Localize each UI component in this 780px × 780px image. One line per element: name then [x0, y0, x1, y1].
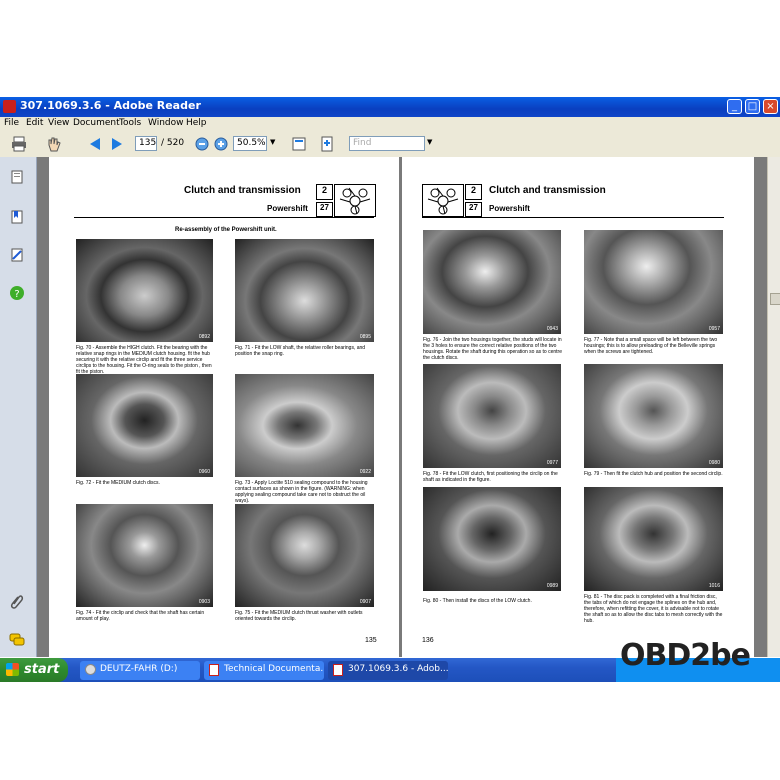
close-button[interactable]: × — [763, 99, 778, 114]
figure-caption-80: Fig. 80 - Then install the discs of the … — [423, 598, 532, 604]
windows-logo-icon — [6, 663, 19, 676]
figure-caption-81: Fig. 81 - The disc pack is completed wit… — [584, 594, 723, 624]
figure-caption-72: Fig. 72 - Fit the MEDIUM clutch discs. — [76, 480, 160, 486]
header-rule — [422, 217, 724, 218]
figure-photo-74: 0903 — [76, 504, 213, 607]
section-title: Powershift — [489, 204, 530, 213]
menu-edit[interactable]: Edit — [26, 118, 43, 128]
svg-text:?: ? — [14, 289, 19, 300]
zoom-out-icon[interactable] — [193, 135, 211, 153]
section-number: 27 — [465, 202, 482, 217]
chapter-title: Clutch and transmission — [489, 185, 606, 196]
menu-bar: File Edit View Document Tools Window Hel… — [0, 117, 780, 131]
chapter-number: 2 — [316, 184, 333, 200]
title-bar[interactable]: 307.1069.3.6 - Adobe Reader — [0, 97, 780, 117]
powershift-diagram — [334, 184, 376, 217]
page-number: 136 — [422, 637, 434, 644]
pdf-document-icon — [209, 664, 219, 676]
figure-photo-72: 0960 — [76, 374, 213, 477]
figure-photo-81: 1016 — [584, 487, 723, 591]
document-area[interactable]: Clutch and transmission 2 Powershift 27 … — [37, 157, 767, 657]
pdf-document-icon — [333, 664, 343, 676]
hand-tool-icon[interactable] — [45, 135, 63, 153]
previous-page-icon[interactable] — [86, 135, 104, 153]
figure-photo-80: 0989 — [423, 487, 561, 591]
chapter-title: Clutch and transmission — [184, 185, 301, 196]
attachments-icon[interactable] — [9, 593, 25, 609]
maximize-button[interactable]: □ — [745, 99, 760, 114]
menu-view[interactable]: View — [48, 118, 69, 128]
figure-photo-75: 0907 — [235, 504, 374, 607]
navigation-panel: ? — [0, 157, 37, 657]
figure-photo-73: 0922 — [235, 374, 374, 477]
minimize-button[interactable]: _ — [727, 99, 742, 114]
start-button[interactable]: start — [0, 658, 68, 682]
zoom-dropdown-icon[interactable]: ▼ — [270, 138, 275, 146]
menu-window[interactable]: Window — [148, 118, 184, 128]
figure-caption-74: Fig. 74 - Fit the circlip and check that… — [76, 610, 205, 622]
figure-photo-71: 0895 — [235, 239, 374, 342]
find-dropdown-icon[interactable]: ▼ — [427, 138, 432, 146]
pages-icon[interactable] — [9, 169, 25, 185]
figure-photo-70: 0892 — [76, 239, 213, 342]
zoom-level-select[interactable]: 50.5% — [233, 136, 267, 151]
page-number-input[interactable]: 135 — [135, 136, 157, 151]
figure-photo-78: 0977 — [423, 364, 561, 468]
figure-caption-79: Fig. 79 - Then fit the clutch hub and po… — [584, 471, 723, 477]
find-input[interactable]: Find — [349, 136, 425, 151]
toolbar: 135 / 520 50.5% ▼ Find ▼ — [0, 131, 780, 158]
menu-tools[interactable]: Tools — [119, 118, 141, 128]
section-heading: Re-assembly of the Powershift unit. — [175, 227, 277, 233]
figure-caption-70: Fig. 70 - Assemble the HIGH clutch. Fit … — [76, 345, 212, 375]
taskbar-item-adobe-reader[interactable]: 307.1069.3.6 - Adob... — [328, 661, 448, 680]
right-page: 2 Clutch and transmission 27 Powershift … — [402, 157, 754, 657]
adobe-reader-icon — [3, 100, 16, 113]
figure-caption-75: Fig. 75 - Fit the MEDIUM clutch thrust w… — [235, 610, 363, 622]
figure-caption-78: Fig. 78 - Fit the LOW clutch, first posi… — [423, 471, 558, 483]
taskbar-item-drive[interactable]: DEUTZ-FAHR (D:) — [80, 661, 200, 680]
figure-caption-73: Fig. 73 - Apply Loctite 510 sealing comp… — [235, 480, 368, 504]
figure-photo-79: 0980 — [584, 364, 723, 468]
figure-caption-77: Fig. 77 - Note that a small space will b… — [584, 337, 718, 355]
header-rule — [74, 217, 374, 218]
bookmarks-icon[interactable] — [9, 209, 25, 225]
figure-photo-77: 0957 — [584, 230, 723, 334]
figure-caption-71: Fig. 71 - Fit the LOW shaft, the relativ… — [235, 345, 366, 357]
watermark: OBD2be — [620, 638, 751, 673]
figure-photo-76: 0943 — [423, 230, 561, 334]
menu-help[interactable]: Help — [186, 118, 207, 128]
page-number: 135 — [365, 637, 377, 644]
vertical-scrollbar[interactable] — [767, 157, 780, 657]
chapter-number: 2 — [465, 184, 482, 200]
powershift-diagram — [422, 184, 464, 217]
page-total: / 520 — [161, 138, 185, 148]
comments-icon[interactable] — [9, 631, 25, 647]
help-icon[interactable]: ? — [9, 285, 25, 301]
menu-file[interactable]: File — [4, 118, 19, 128]
menu-document[interactable]: Document — [73, 118, 120, 128]
zoom-in-icon[interactable] — [212, 135, 230, 153]
section-number: 27 — [316, 202, 333, 217]
section-title: Powershift — [267, 204, 308, 213]
figure-caption-76: Fig. 76 - Join the two housings together… — [423, 337, 562, 361]
taskbar-item-technical-documentation[interactable]: Technical Documenta... — [204, 661, 324, 680]
scrollbar-thumb[interactable] — [770, 293, 780, 305]
signatures-icon[interactable] — [9, 247, 25, 263]
next-page-icon[interactable] — [108, 135, 126, 153]
actual-size-icon[interactable] — [290, 135, 308, 153]
start-label: start — [24, 662, 60, 677]
left-page: Clutch and transmission 2 Powershift 27 … — [49, 157, 399, 657]
fit-page-icon[interactable] — [318, 135, 336, 153]
window-title: 307.1069.3.6 - Adobe Reader — [20, 99, 201, 112]
cd-drive-icon — [85, 664, 96, 675]
print-icon[interactable] — [10, 135, 28, 153]
